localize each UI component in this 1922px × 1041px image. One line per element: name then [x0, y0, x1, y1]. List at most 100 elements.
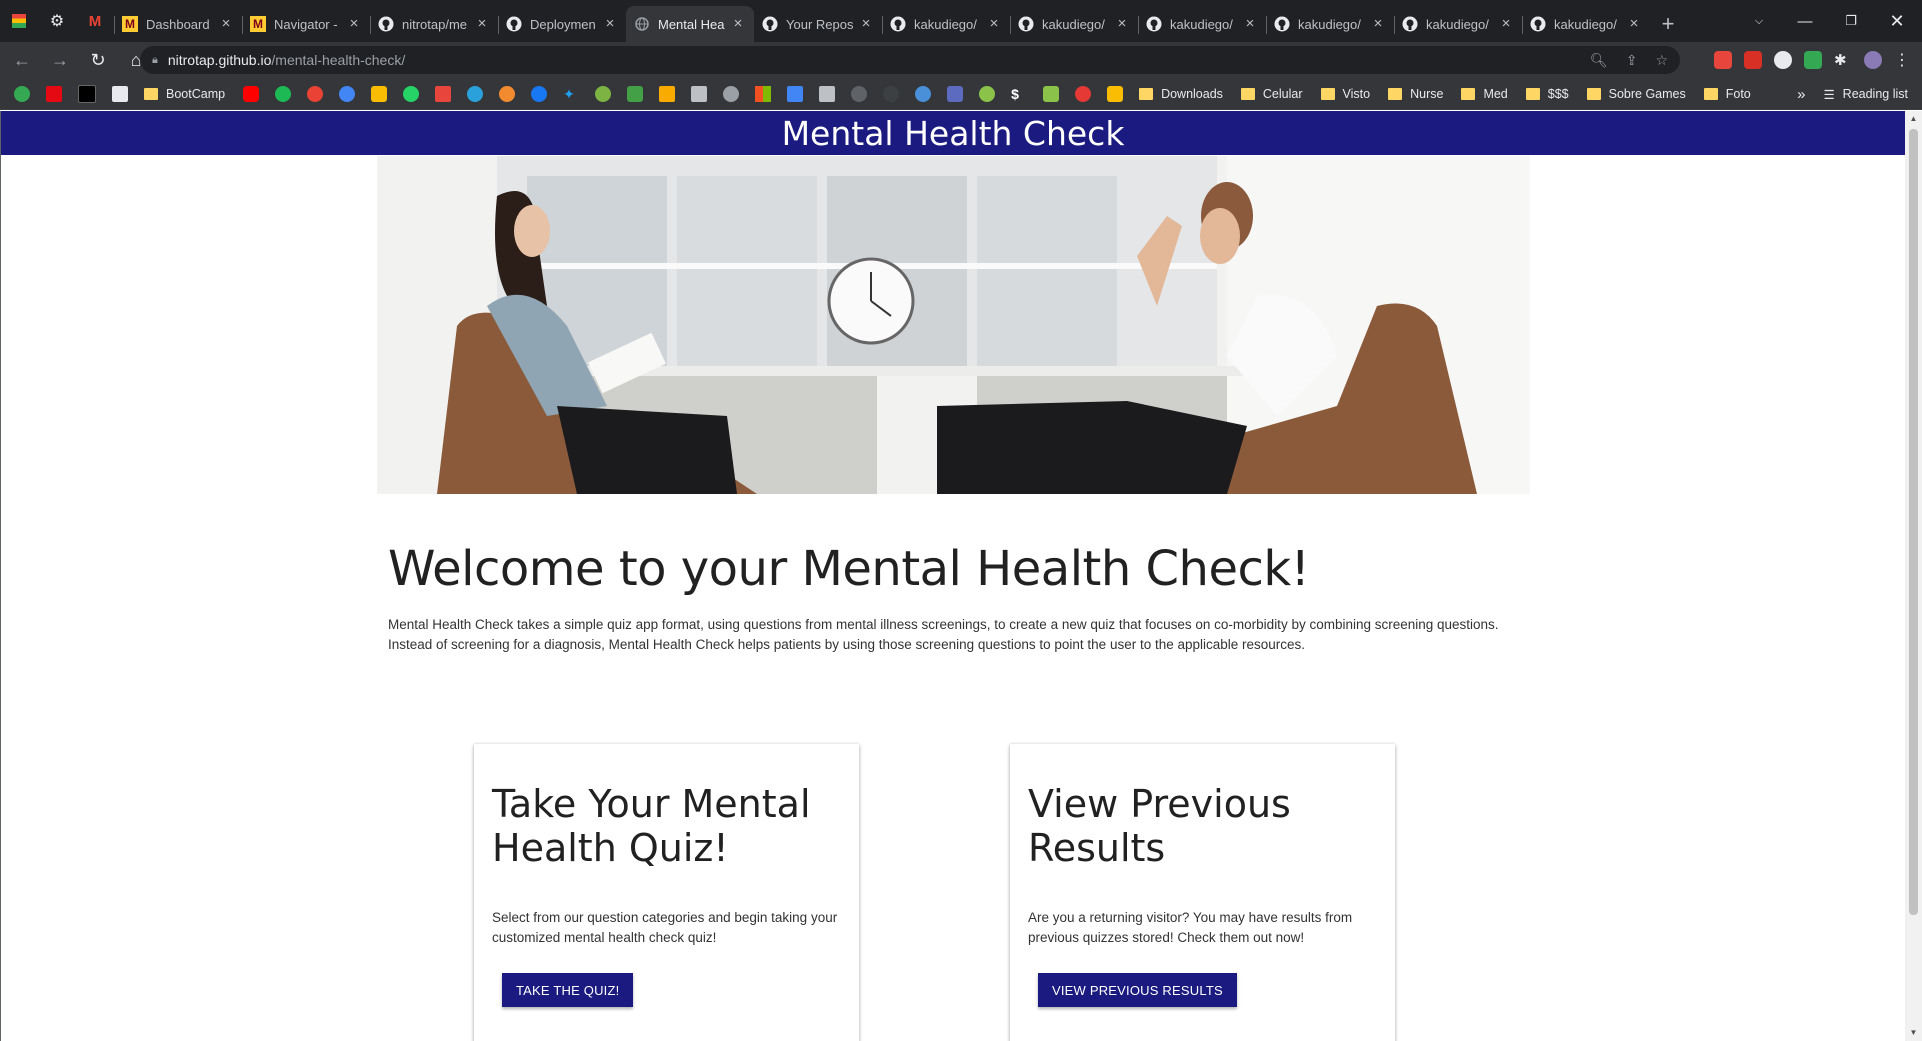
- bookmark-icon[interactable]: [499, 85, 516, 102]
- address-bar[interactable]: 🔒︎ nitrotap.github.io/mental-health-chec…: [140, 46, 1680, 74]
- minimize-button[interactable]: —: [1782, 0, 1828, 42]
- bookmark-label: Sobre Games: [1608, 86, 1686, 101]
- bookmark-label: Med: [1483, 86, 1508, 101]
- bookmark-icon[interactable]: [883, 85, 900, 102]
- bookmark-folder-money[interactable]: $$$: [1525, 87, 1569, 101]
- scrollbar-thumb[interactable]: [1909, 129, 1918, 915]
- close-icon[interactable]: ×: [602, 16, 618, 32]
- take-quiz-button[interactable]: TAKE THE QUIZ!: [502, 973, 634, 1007]
- avatar[interactable]: [1864, 51, 1882, 69]
- whatsapp-icon[interactable]: [403, 85, 420, 102]
- bookmark-icon[interactable]: [78, 84, 96, 103]
- close-icon[interactable]: ×: [1242, 16, 1258, 32]
- bookmark-folder-downloads[interactable]: Downloads: [1139, 87, 1223, 101]
- tab-navigator[interactable]: M Navigator - ×: [242, 6, 370, 42]
- bookmark-icon[interactable]: [307, 85, 324, 102]
- bookmark-icon[interactable]: [112, 85, 128, 102]
- tab-deployments[interactable]: Deploymen ×: [498, 6, 626, 42]
- youtube-icon[interactable]: [243, 85, 260, 102]
- close-icon[interactable]: ×: [346, 16, 362, 32]
- close-icon[interactable]: ×: [730, 16, 746, 32]
- scroll-down-arrow-icon[interactable]: ▼: [1905, 1025, 1922, 1041]
- bookmark-icon[interactable]: [627, 85, 644, 102]
- bookmark-folder-bootcamp[interactable]: BootCamp: [144, 87, 225, 101]
- close-icon[interactable]: ×: [1370, 16, 1386, 32]
- extension-icon[interactable]: [1744, 51, 1762, 69]
- page-scrollbar[interactable]: ▲ ▼: [1905, 111, 1922, 1041]
- scroll-up-arrow-icon[interactable]: ▲: [1905, 111, 1922, 127]
- bookmark-folder-sobre-games[interactable]: Sobre Games: [1586, 86, 1686, 101]
- bookmark-icon[interactable]: [691, 85, 708, 102]
- tab-kakudiego-6[interactable]: kakudiego/ ×: [1522, 6, 1650, 42]
- tab-title: Dashboard: [146, 16, 210, 32]
- tab-kakudiego-2[interactable]: kakudiego/ ×: [1010, 6, 1138, 42]
- bookmark-icon[interactable]: [915, 85, 932, 102]
- zoom-icon[interactable]: 🔍︎: [1590, 52, 1608, 69]
- tab-kakudiego-4[interactable]: kakudiego/ ×: [1266, 6, 1394, 42]
- share-icon[interactable]: ⇪: [1626, 52, 1638, 69]
- bookmark-folder-visto[interactable]: Visto: [1320, 87, 1370, 101]
- reload-button[interactable]: ↻: [82, 44, 114, 76]
- view-previous-results-button[interactable]: VIEW PREVIOUS RESULTS: [1038, 973, 1237, 1007]
- tab-kakudiego-5[interactable]: kakudiego/ ×: [1394, 6, 1522, 42]
- tab-github-repo[interactable]: nitrotap/me ×: [370, 6, 498, 42]
- facebook-icon[interactable]: [531, 85, 548, 102]
- tab-mental-health-check[interactable]: Mental Hea ×: [626, 6, 754, 42]
- bookmark-icon[interactable]: [371, 85, 388, 102]
- tab-kakudiego-1[interactable]: kakudiego/ ×: [882, 6, 1010, 42]
- bookmark-star-icon[interactable]: ☆: [1655, 52, 1668, 69]
- close-icon[interactable]: ×: [986, 16, 1002, 32]
- bookmark-icon[interactable]: [723, 85, 740, 102]
- close-icon[interactable]: ×: [1114, 16, 1130, 32]
- bookmark-icon[interactable]: [595, 85, 612, 102]
- tab-title: kakudiego/: [1042, 16, 1105, 32]
- tab-kakudiego-3[interactable]: kakudiego/ ×: [1138, 6, 1266, 42]
- windows-icon[interactable]: [755, 85, 772, 102]
- bookmark-icon[interactable]: [1107, 85, 1124, 102]
- bookmark-icon[interactable]: [435, 85, 452, 102]
- spotify-icon[interactable]: [275, 85, 292, 102]
- bookmark-icon[interactable]: [819, 85, 836, 102]
- bookmark-icon[interactable]: [979, 85, 996, 102]
- tab-dashboard[interactable]: M Dashboard ×: [114, 6, 242, 42]
- netflix-icon[interactable]: [46, 85, 62, 102]
- bookmark-icon[interactable]: [1043, 85, 1060, 102]
- reading-list-button[interactable]: » ☰ Reading list: [1797, 78, 1908, 110]
- bookmark-folder-med[interactable]: Med: [1461, 86, 1508, 101]
- bookmark-icon[interactable]: $: [1011, 86, 1027, 102]
- bookmark-icon[interactable]: [787, 85, 804, 102]
- twitter-icon[interactable]: ✦: [563, 86, 579, 102]
- back-button[interactable]: ←: [6, 44, 38, 76]
- bookmark-icon[interactable]: [1075, 85, 1092, 102]
- close-icon[interactable]: ×: [218, 16, 234, 32]
- puzzle-icon[interactable]: ✱: [1834, 51, 1852, 69]
- pinned-tab-settings[interactable]: ⚙: [38, 0, 76, 42]
- bookmark-icon[interactable]: [659, 85, 676, 102]
- bookmark-icon[interactable]: [947, 85, 964, 102]
- extension-icon[interactable]: [1804, 51, 1822, 69]
- close-icon[interactable]: ×: [1626, 16, 1642, 32]
- new-tab-button[interactable]: +: [1650, 6, 1686, 42]
- telegram-icon[interactable]: [467, 85, 484, 102]
- bookmark-folder-nurse[interactable]: Nurse: [1388, 87, 1443, 101]
- tab-your-repositories[interactable]: Your Repos ×: [754, 6, 882, 42]
- close-icon[interactable]: ×: [858, 16, 874, 32]
- extension-icon[interactable]: [1714, 51, 1732, 69]
- extension-icon[interactable]: [1774, 51, 1792, 69]
- menu-icon[interactable]: ⋮: [1894, 50, 1910, 70]
- bookmark-icon[interactable]: [851, 85, 868, 102]
- forward-button[interactable]: →: [44, 44, 76, 76]
- close-icon[interactable]: ×: [1498, 16, 1514, 32]
- window-close-button[interactable]: ✕: [1874, 0, 1920, 42]
- bookmark-icon[interactable]: [339, 85, 356, 102]
- bookmark-folder-foto[interactable]: Foto: [1703, 87, 1751, 101]
- restore-button[interactable]: ❐: [1828, 0, 1874, 42]
- pinned-tab-spreadsheet[interactable]: [0, 0, 38, 42]
- bookmark-label: Nurse: [1410, 86, 1444, 101]
- bookmark-folder-celular[interactable]: Celular: [1240, 87, 1303, 101]
- tab-search-button[interactable]: ⌵: [1736, 0, 1782, 42]
- overflow-chevron-icon[interactable]: »: [1797, 86, 1805, 103]
- bookmark-icon[interactable]: [14, 85, 30, 102]
- close-icon[interactable]: ×: [474, 16, 490, 32]
- pinned-tab-gmail[interactable]: M: [76, 0, 114, 42]
